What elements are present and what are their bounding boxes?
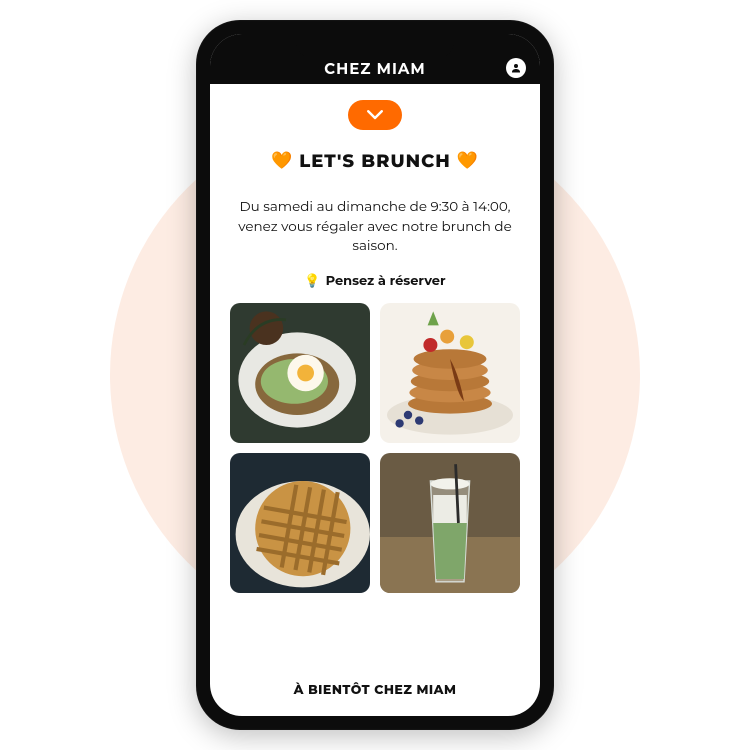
heart-icon: 🧡	[457, 151, 479, 171]
header-title: CHEZ MIAM	[324, 59, 425, 78]
bulb-icon: 💡	[304, 273, 320, 289]
gallery-item[interactable]	[230, 303, 370, 443]
cta-text: Pensez à réserver	[326, 273, 446, 289]
phone-notch	[296, 34, 454, 58]
section-title: 🧡 LET'S BRUNCH 🧡	[271, 150, 479, 172]
heart-icon: 🧡	[271, 151, 293, 171]
food-gallery	[230, 303, 520, 593]
gallery-item[interactable]	[380, 303, 520, 443]
gallery-item[interactable]	[380, 453, 520, 593]
phone-frame: CHEZ MIAM 🧡 LET'S BRUNCH 🧡 Du samedi au …	[196, 20, 554, 730]
cta-row: 💡 Pensez à réserver	[304, 273, 445, 289]
chevron-down-icon	[366, 108, 384, 122]
app-screen: CHEZ MIAM 🧡 LET'S BRUNCH 🧡 Du samedi au …	[210, 34, 540, 716]
footer-text: À BIENTÔT CHEZ MIAM	[294, 671, 457, 704]
section-description: Du samedi au dimanche de 9:30 à 14:00, v…	[230, 198, 520, 257]
section-title-text: LET'S BRUNCH	[299, 150, 451, 172]
main-content: 🧡 LET'S BRUNCH 🧡 Du samedi au dimanche d…	[210, 84, 540, 716]
profile-icon[interactable]	[506, 58, 526, 78]
gallery-item[interactable]	[230, 453, 370, 593]
collapse-button[interactable]	[348, 100, 402, 130]
